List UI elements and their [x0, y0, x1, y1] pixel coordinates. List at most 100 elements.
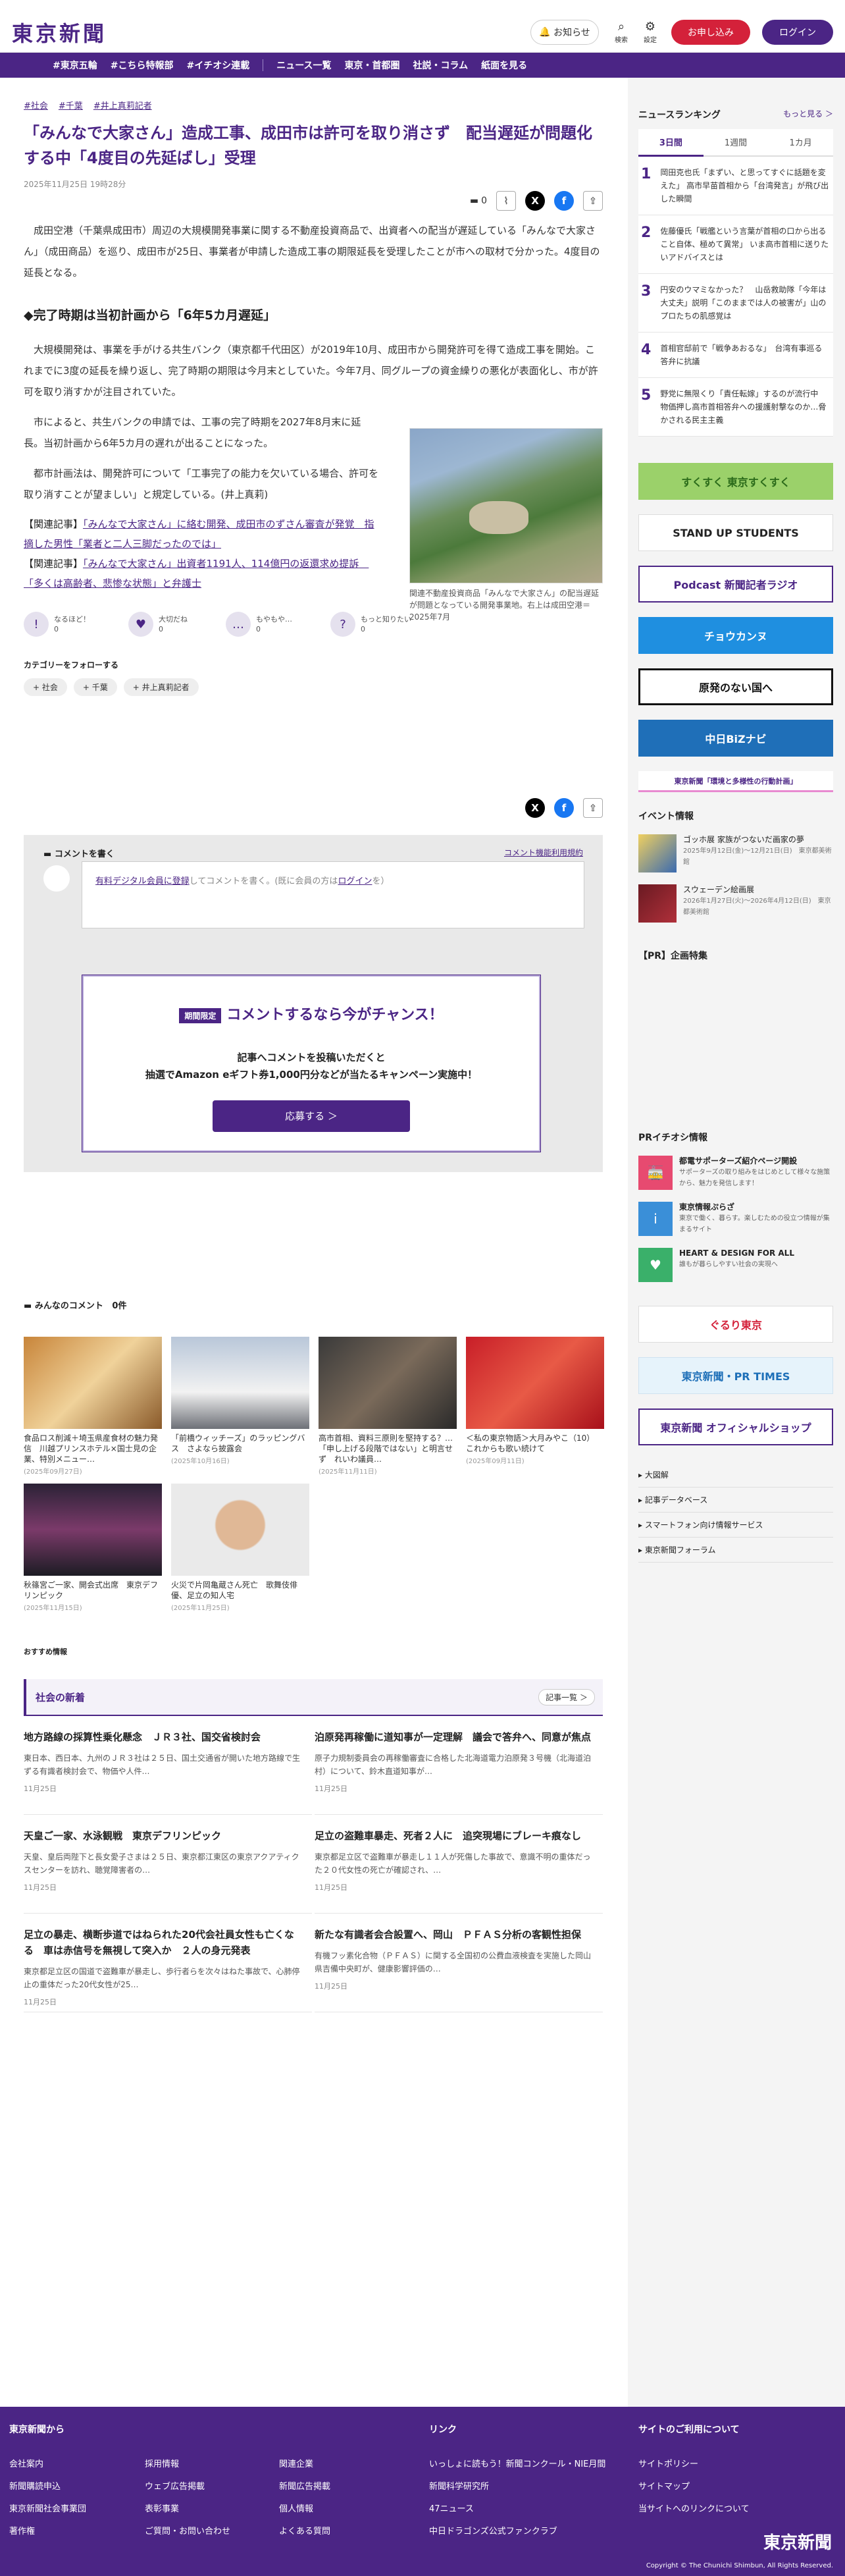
subscribe-button[interactable]: お申し込み — [671, 20, 750, 45]
footer-link[interactable]: 採用情報 — [145, 2457, 179, 2469]
nav-item[interactable]: #イチオシ連載 — [186, 59, 249, 72]
facebook-share-icon[interactable]: f — [554, 798, 574, 818]
login-button[interactable]: ログイン — [762, 20, 833, 45]
pr-desc: サポーターズの取り組みをはじめとして様々な施策から、魅力を発信します！ — [679, 1169, 831, 1187]
pr-item[interactable]: i 東京情報ぷらざ 東京で働く、暮らす。楽しむための役立つ情報が集まるサイト — [638, 1202, 833, 1236]
nav-item[interactable]: ニュース一覧 — [276, 59, 331, 72]
sidebar-link[interactable]: ▸ 東京新聞フォーラム — [638, 1538, 833, 1563]
footer-link[interactable]: ウェブ広告掲載 — [145, 2479, 205, 2492]
banner-sukusuku[interactable]: すくすく 東京すくすく — [638, 463, 833, 500]
clip-icon[interactable]: ⌇ — [496, 191, 516, 211]
banner-podcast[interactable]: Podcast 新聞記者ラジオ — [638, 566, 833, 603]
tag-link[interactable]: #千葉 — [59, 99, 83, 111]
footer-link[interactable]: 会社案内 — [9, 2457, 43, 2469]
footer-link[interactable]: 新聞科学研究所 — [429, 2479, 489, 2492]
footer-link[interactable]: 当サイトへのリンクについて — [638, 2502, 750, 2514]
banner-genpatsu[interactable]: 原発のない国へ — [638, 668, 833, 705]
news-card[interactable]: 秋篠宮ご一家、開会式出席 東京デフリンピック (2025年11月15日) — [24, 1484, 162, 1612]
facebook-share-icon[interactable]: f — [554, 191, 574, 211]
footer-link[interactable]: 東京新聞社会事業団 — [9, 2502, 86, 2514]
share-icon[interactable]: ⇪ — [583, 798, 603, 818]
settings-button[interactable]: ⚙ 設定 — [636, 20, 665, 49]
login-link[interactable]: ログイン — [338, 876, 372, 886]
notice-button[interactable]: 🔔 お知らせ — [530, 20, 599, 45]
ranking-item[interactable]: 3 円安のウマミなかった？ 山岳救助隊「今年は大丈夫」説明「このままでは人の被害が… — [638, 274, 833, 333]
footer-link[interactable]: サイトポリシー — [638, 2457, 698, 2469]
news-card[interactable]: 「前橋ウィッチーズ」のラッピングバス さよなら披露会 (2025年10月16日) — [171, 1337, 309, 1476]
footer-link[interactable]: よくある質問 — [279, 2524, 330, 2536]
event-item[interactable]: ゴッホ展 家族がつないだ画家の夢 2025年9月12日(金)～12月21日(日) … — [638, 834, 833, 872]
tab-1month[interactable]: 1カ月 — [768, 129, 833, 155]
event-item[interactable]: スウェーデン絵画展 2026年1月27日(火)～2026年4月12日(日) 東京都… — [638, 884, 833, 923]
latest-item[interactable]: 泊原発再稼働に道知事が一定理解 議会で答弁へ、同意が焦点 原子力規制委員会の再稼働… — [315, 1716, 603, 1815]
comment-count-button[interactable]: ▬ 0 — [470, 196, 487, 206]
footer-link[interactable]: 47ニュース — [429, 2502, 474, 2514]
latest-item[interactable]: 足立の暴走、横断歩道ではねられた20代会社員女性も亡くなる 車は赤信号を無視して… — [24, 1914, 312, 2012]
banner-shop[interactable]: 東京新聞 オフィシャルショップ — [638, 1409, 833, 1445]
pr-item[interactable]: 🚋 都電サポーターズ紹介ページ開設 サポーターズの取り組みをはじめとして様々な施策か… — [638, 1156, 833, 1190]
reaction-count: 0 — [159, 625, 163, 633]
footer-link[interactable]: 著作権 — [9, 2524, 35, 2536]
footer-link[interactable]: 表彰事業 — [145, 2502, 179, 2514]
reaction-button[interactable]: ? もっと知りたい 0 — [330, 612, 411, 637]
banner-chokanu[interactable]: チョウカンヌ — [638, 617, 833, 654]
follow-chip[interactable]: + 社会 — [24, 678, 67, 696]
banner-bizna[interactable]: 中日BiZナビ — [638, 720, 833, 757]
banner-gururi[interactable]: ぐるり東京 — [638, 1306, 833, 1343]
tag-link[interactable]: #井上真莉記者 — [93, 99, 152, 111]
pr-title: HEART & DESIGN FOR ALL — [679, 1248, 794, 1258]
tab-3days[interactable]: 3日間 — [638, 129, 704, 157]
ranking-item[interactable]: 1 岡田克也氏「まずい、と思ってすぐに話題を変えた」 高市早苗首相から「台湾発言」… — [638, 157, 833, 215]
aerial-photo[interactable] — [409, 428, 603, 583]
register-link[interactable]: 有料デジタル会員に登録 — [95, 876, 190, 886]
footer-link[interactable]: ご質問・お問い合わせ — [145, 2524, 230, 2536]
news-card[interactable]: ＜私の東京物語＞大月みやこ（10） これからも歌い続けて (2025年09月11日… — [466, 1337, 604, 1476]
reaction-button[interactable]: ♥ 大切だね 0 — [128, 612, 188, 637]
ranking-more-link[interactable]: もっと見る ＞ — [783, 108, 833, 121]
sidebar-link[interactable]: ▸ 大図解 — [638, 1462, 833, 1488]
news-card[interactable]: 火災で片岡亀蔵さん死亡 歌舞伎俳優、足立の知人宅 (2025年11月25日) — [171, 1484, 309, 1612]
x-share-icon[interactable]: X — [525, 798, 545, 818]
footer-link[interactable]: 新聞広告掲載 — [279, 2479, 330, 2492]
reaction-button[interactable]: … もやもや… 0 — [226, 612, 292, 637]
footer-link[interactable]: 関連企業 — [279, 2457, 313, 2469]
latest-item[interactable]: 天皇ご一家、水泳観戦 東京デフリンピック 天皇、皇后両陛下と長女愛子さまは２５日、… — [24, 1815, 312, 1914]
comment-rules-link[interactable]: コメント機能利用規約 — [504, 847, 583, 858]
banner-standup[interactable]: STAND UP STUDENTS — [638, 514, 833, 551]
nav-item[interactable]: #東京五輪 — [53, 59, 97, 72]
follow-chip[interactable]: + 千葉 — [73, 678, 117, 696]
latest-item[interactable]: 新たな有識者会合設置へ、岡山 ＰＦＡＳ分析の客観性担保 有機フッ素化合物（ＰＦＡＳ… — [315, 1914, 603, 2012]
pr-item[interactable]: ♥ HEART & DESIGN FOR ALL 誰もが暮らしやすい社会の実現へ — [638, 1248, 833, 1282]
footer-link[interactable]: 中日ドラゴンズ公式ファンクラブ — [429, 2524, 557, 2536]
site-logo[interactable]: 東京新聞 — [12, 17, 107, 47]
banner-prtimes[interactable]: 東京新聞・PR TIMES — [638, 1357, 833, 1394]
ranking-item[interactable]: 5 野党に無限くり「責任転嫁」するのが流行中 物価押し高市首相答弁への援護射撃なの… — [638, 378, 833, 437]
news-card[interactable]: 高市首相、資料三原則を堅持する？…「申し上げる段階ではない」と明言せず れいわ議… — [319, 1337, 457, 1476]
x-share-icon[interactable]: X — [525, 191, 545, 211]
tab-1week[interactable]: 1週間 — [704, 129, 769, 155]
footer-link[interactable]: 個人情報 — [279, 2502, 313, 2514]
nav-item[interactable]: 社説・コラム — [413, 59, 469, 72]
comment-input[interactable]: 有料デジタル会員に登録してコメントを書く。(既に会員の方はログインを） — [82, 861, 584, 928]
latest-item[interactable]: 地方路線の採算性乗化懸念 ＪＲ３社、国交省検討会 東日本、西日本、九州のＪＲ３社は… — [24, 1716, 312, 1815]
follow-chip[interactable]: + 井上真莉記者 — [123, 678, 199, 696]
nav-item[interactable]: 東京・首都圏 — [345, 59, 400, 72]
section-more-link[interactable]: 記事一覧 ＞ — [538, 1688, 595, 1705]
banner-environment[interactable]: 東京新聞「環境と多様性の行動計画」 — [638, 771, 833, 792]
share-icon[interactable]: ⇪ — [583, 191, 603, 211]
nav-item[interactable]: 紙面を見る — [481, 59, 527, 72]
latest-item[interactable]: 足立の盗難車暴走、死者２人に 追突現場にブレーキ痕なし 東京都足立区で盗難車が暴走… — [315, 1815, 603, 1914]
nav-item[interactable]: #こちら特報部 — [111, 59, 174, 72]
ranking-item[interactable]: 4 首相官邸前で「戦争あおるな」 台湾有事巡る答弁に抗議 — [638, 333, 833, 378]
footer-logo[interactable]: 東京新聞 — [763, 2529, 832, 2554]
footer-link[interactable]: いっしょに読もう！新聞コンクール・NIE月間 — [429, 2457, 605, 2469]
ranking-item[interactable]: 2 佐藤優氏「戦艦という言葉が首相の口から出ること自体、極めて異常」 いま高市首相… — [638, 215, 833, 274]
tag-link[interactable]: #社会 — [24, 99, 48, 111]
sidebar-link[interactable]: ▸ 記事データベース — [638, 1488, 833, 1513]
news-card[interactable]: 食品ロス削減＋埼玉県産食材の魅力発信 川越プリンスホテル×国士見の企業、特別メニ… — [24, 1337, 162, 1476]
sidebar-link[interactable]: ▸ スマートフォン向け情報サービス — [638, 1513, 833, 1538]
search-button[interactable]: ⌕ 検索 — [607, 20, 636, 49]
reaction-button[interactable]: ! なるほど！ 0 — [24, 612, 90, 637]
footer-link[interactable]: サイトマップ — [638, 2479, 690, 2492]
footer-link[interactable]: 新聞購読申込 — [9, 2479, 61, 2492]
